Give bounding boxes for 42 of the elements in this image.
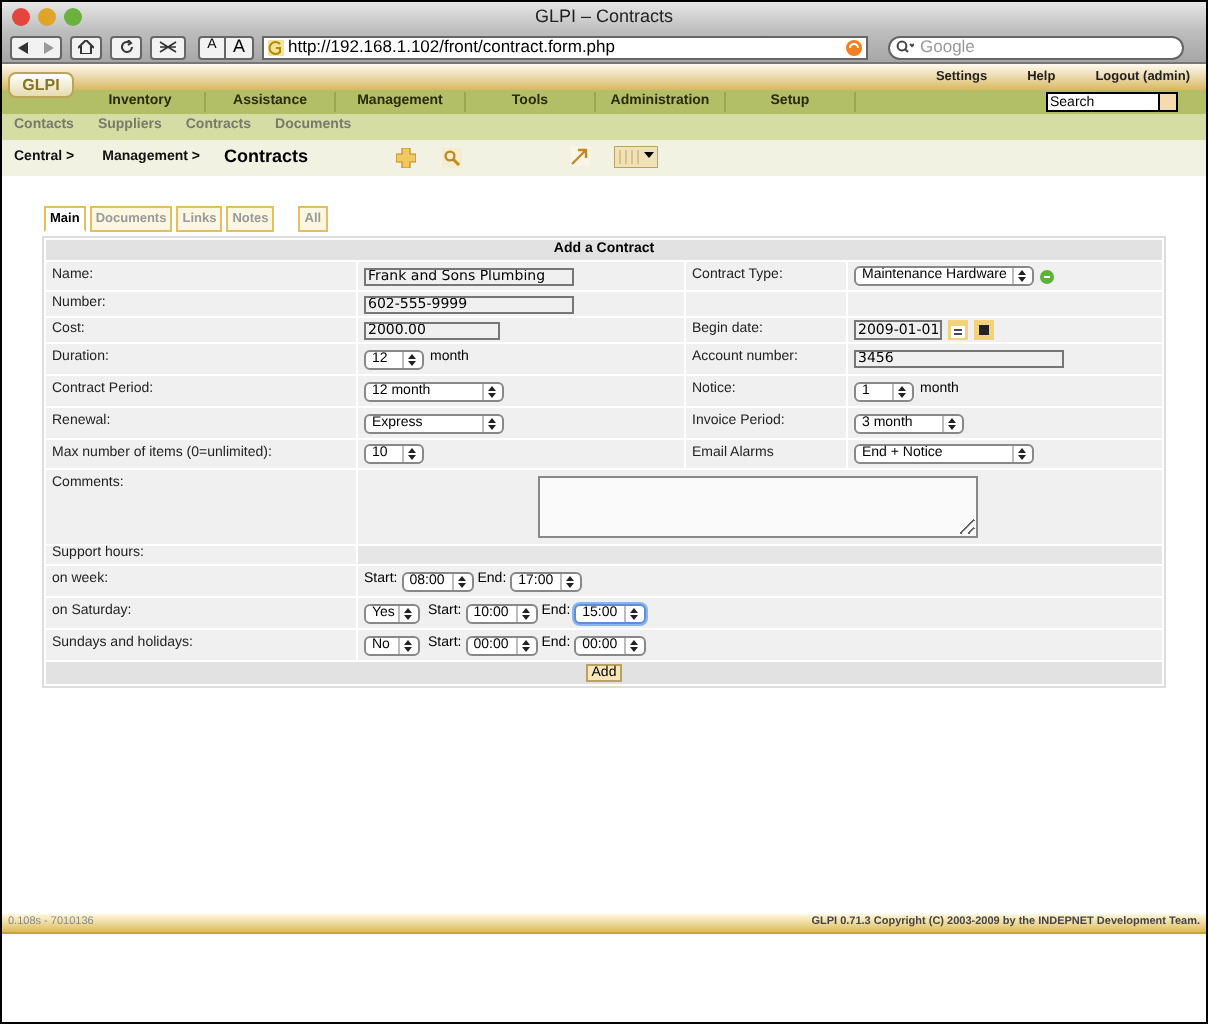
site-icon [268, 39, 284, 55]
updown-arrows-icon [1018, 448, 1026, 460]
updown-arrows-icon [408, 448, 416, 460]
updown-arrows-icon [521, 639, 530, 651]
home-button[interactable] [70, 35, 102, 59]
close-button[interactable] [12, 8, 30, 26]
search-go-button[interactable] [1158, 94, 1176, 110]
clear-icon[interactable] [974, 320, 994, 340]
back-icon [18, 41, 30, 53]
updown-arrows-icon [1018, 270, 1026, 282]
calendar-icon[interactable] [948, 320, 968, 340]
forward-icon [42, 41, 54, 53]
updown-arrows-icon [404, 607, 412, 619]
updown-arrows-icon [521, 607, 530, 619]
snapback-button[interactable] [150, 35, 186, 59]
back-forward-button[interactable] [10, 35, 62, 59]
updown-arrows-icon [404, 639, 412, 651]
updown-arrows-icon [630, 607, 639, 619]
dot-icon[interactable] [1040, 269, 1054, 283]
updown-arrows-icon [408, 353, 416, 365]
glpi-logo: GLPI [8, 72, 74, 98]
text-size-button[interactable]: A [226, 35, 254, 59]
updown-arrows-icon [488, 385, 496, 397]
home-icon [78, 40, 94, 54]
window-title: GLPI – Contracts [534, 3, 674, 30]
updown-arrows-icon [566, 575, 575, 587]
comment-field[interactable] [538, 476, 978, 538]
address-field[interactable]: http://192.168.1.102/front/contract.form.php [262, 35, 868, 59]
search-icon [896, 40, 914, 54]
page-title: Contracts [223, 144, 308, 171]
updown-arrows-icon [630, 639, 639, 651]
updown-arrows-icon [898, 385, 906, 397]
updown-arrows-icon [457, 575, 466, 587]
columns-dropdown-icon[interactable] [614, 146, 658, 168]
scissors-icon [158, 40, 178, 54]
arrow-icon[interactable] [570, 146, 590, 166]
updown-arrows-icon [488, 417, 496, 429]
rss-icon [846, 39, 862, 55]
reload-button[interactable] [110, 35, 142, 59]
search-icon[interactable] [442, 148, 462, 168]
reload-icon [119, 40, 133, 54]
updown-arrows-icon [948, 417, 956, 429]
